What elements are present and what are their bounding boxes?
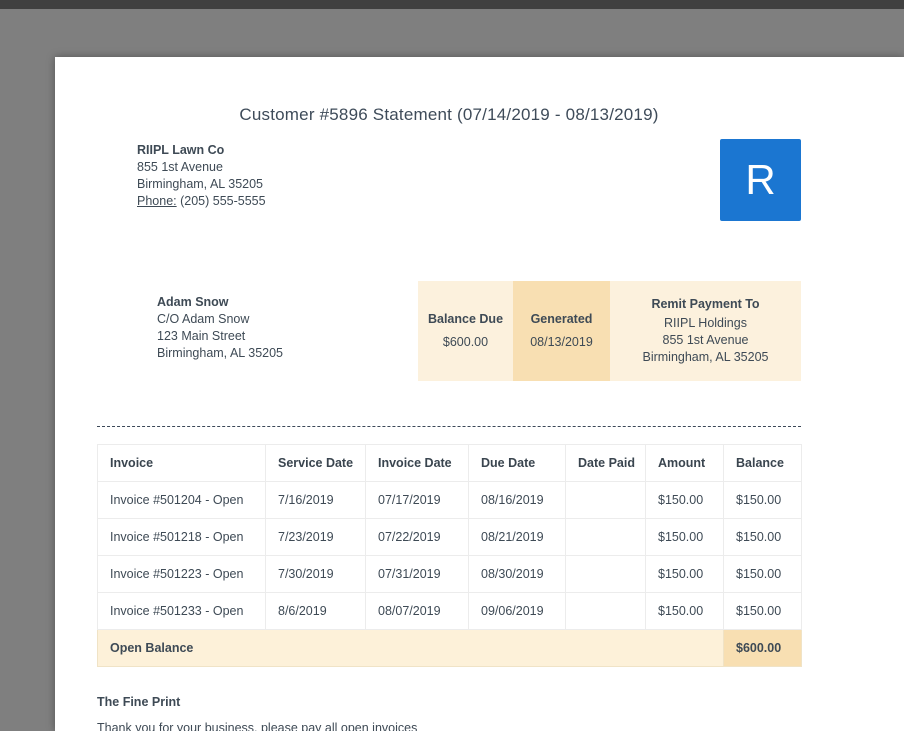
invoice-row: Invoice #501223 - Open 7/30/2019 07/31/2… <box>97 555 802 593</box>
open-balance-row: Open Balance $600.00 <box>97 629 802 667</box>
cell-invoice: Invoice #501218 - Open <box>97 518 266 556</box>
cell-date-paid <box>565 555 646 593</box>
remit-payment-box: Remit Payment To RIIPL Holdings 855 1st … <box>610 281 801 381</box>
balance-due-value: $600.00 <box>442 335 489 349</box>
cell-due-date: 08/16/2019 <box>468 481 566 519</box>
phone-label: Phone: <box>137 194 177 208</box>
cell-invoice-date: 07/22/2019 <box>365 518 469 556</box>
invoice-row: Invoice #501233 - Open 8/6/2019 08/07/20… <box>97 592 802 630</box>
remit-address-line1: 855 1st Avenue <box>662 333 749 347</box>
customer-address-line1: 123 Main Street <box>157 329 246 343</box>
cell-invoice-date: 07/31/2019 <box>365 555 469 593</box>
company-logo: R <box>720 139 801 221</box>
company-address-block: RIIPL Lawn Co 855 1st Avenue Birmingham,… <box>137 142 266 221</box>
cell-service-date: 8/6/2019 <box>265 592 366 630</box>
phone-number: (205) 555-5555 <box>180 194 266 208</box>
customer-address-line2: Birmingham, AL 35205 <box>157 346 284 360</box>
cell-due-date: 08/21/2019 <box>468 518 566 556</box>
cell-invoice-date: 07/17/2019 <box>365 481 469 519</box>
header-amount: Amount <box>645 444 724 482</box>
cell-balance: $150.00 <box>723 481 802 519</box>
company-header-row: RIIPL Lawn Co 855 1st Avenue Birmingham,… <box>97 139 801 221</box>
cell-balance: $150.00 <box>723 555 802 593</box>
remit-label: Remit Payment To <box>651 297 760 311</box>
cell-date-paid <box>565 592 646 630</box>
header-balance: Balance <box>723 444 802 482</box>
customer-care-of: C/O Adam Snow <box>157 312 250 326</box>
statement-page: Customer #5896 Statement (07/14/2019 - 0… <box>55 57 904 731</box>
cell-date-paid <box>565 518 646 556</box>
cell-service-date: 7/23/2019 <box>265 518 366 556</box>
customer-summary-row: Adam Snow C/O Adam Snow 123 Main Street … <box>97 281 801 381</box>
cell-amount: $150.00 <box>645 555 724 593</box>
invoice-row: Invoice #501204 - Open 7/16/2019 07/17/2… <box>97 481 802 519</box>
cell-amount: $150.00 <box>645 518 724 556</box>
company-phone-line: Phone: (205) 555-5555 <box>137 193 266 210</box>
cell-date-paid <box>565 481 646 519</box>
balance-due-box: Balance Due $600.00 <box>418 281 513 381</box>
cell-invoice: Invoice #501204 - Open <box>97 481 266 519</box>
fine-print-text: Thank you for your business, please pay … <box>97 721 418 731</box>
generated-box: Generated 08/13/2019 <box>513 281 610 381</box>
company-address-line1: 855 1st Avenue <box>137 160 223 174</box>
company-name: RIIPL Lawn Co <box>137 143 225 157</box>
customer-name: Adam Snow <box>157 295 229 309</box>
header-invoice: Invoice <box>97 444 266 482</box>
cell-service-date: 7/16/2019 <box>265 481 366 519</box>
header-service-date: Service Date <box>265 444 366 482</box>
cell-amount: $150.00 <box>645 481 724 519</box>
generated-label: Generated <box>530 312 593 326</box>
cell-amount: $150.00 <box>645 592 724 630</box>
company-address-line2: Birmingham, AL 35205 <box>137 177 264 191</box>
cell-due-date: 08/30/2019 <box>468 555 566 593</box>
summary-boxes: Balance Due $600.00 Generated 08/13/2019… <box>418 281 801 381</box>
customer-address-block: Adam Snow C/O Adam Snow 123 Main Street … <box>157 294 283 381</box>
header-due-date: Due Date <box>468 444 566 482</box>
statement-title: Customer #5896 Statement (07/14/2019 - 0… <box>239 105 659 124</box>
cell-due-date: 09/06/2019 <box>468 592 566 630</box>
page-content: Customer #5896 Statement (07/14/2019 - 0… <box>97 105 802 731</box>
header-date-paid: Date Paid <box>565 444 646 482</box>
cell-invoice: Invoice #501233 - Open <box>97 592 266 630</box>
cell-service-date: 7/30/2019 <box>265 555 366 593</box>
balance-due-label: Balance Due <box>427 312 504 326</box>
invoice-row: Invoice #501218 - Open 7/23/2019 07/22/2… <box>97 518 802 556</box>
dashed-divider <box>97 426 801 427</box>
remit-address-line2: Birmingham, AL 35205 <box>642 350 769 364</box>
header-invoice-date: Invoice Date <box>365 444 469 482</box>
generated-value: 08/13/2019 <box>530 335 593 349</box>
cell-balance: $150.00 <box>723 592 802 630</box>
logo-letter: R <box>745 156 776 203</box>
viewer-top-strip <box>0 0 904 9</box>
open-balance-value: $600.00 <box>723 629 802 667</box>
invoice-table: Invoice Service Date Invoice Date Due Da… <box>97 444 802 667</box>
cell-invoice-date: 08/07/2019 <box>365 592 469 630</box>
invoice-table-header-row: Invoice Service Date Invoice Date Due Da… <box>97 444 802 482</box>
fine-print-heading: The Fine Print <box>97 695 181 709</box>
cell-invoice: Invoice #501223 - Open <box>97 555 266 593</box>
remit-name: RIIPL Holdings <box>664 316 747 330</box>
cell-balance: $150.00 <box>723 518 802 556</box>
open-balance-label: Open Balance <box>97 629 724 667</box>
